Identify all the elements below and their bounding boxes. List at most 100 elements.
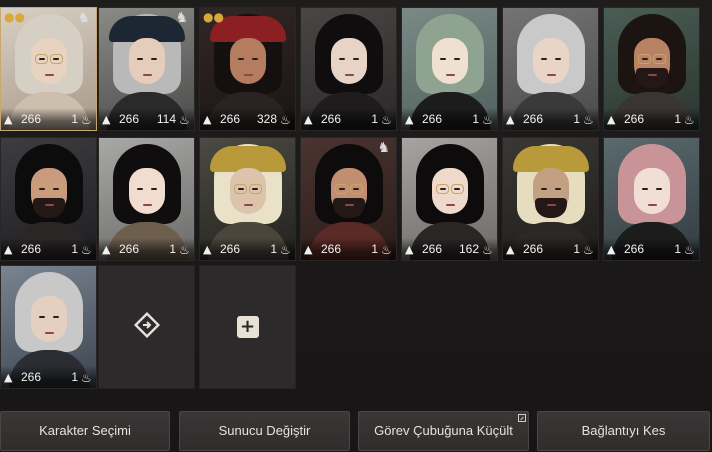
character-energy: 1 xyxy=(71,370,78,384)
boot-icon: ▲ xyxy=(102,113,111,126)
character-level: 266 xyxy=(220,242,241,256)
character-level: 266 xyxy=(21,370,42,384)
flame-icon: ♨ xyxy=(179,113,190,127)
character-card[interactable]: ♞ ▲ 266 114 ♨ xyxy=(98,7,195,131)
disconnect-button[interactable]: Bağlantıyı Kes xyxy=(537,411,710,451)
flame-icon: ♨ xyxy=(583,243,594,257)
boot-icon: ▲ xyxy=(405,243,414,256)
flame-icon: ♨ xyxy=(381,243,392,257)
flame-icon: ♨ xyxy=(381,113,392,127)
character-stat-bar: ▲ 266 1 ♨ xyxy=(301,108,396,130)
character-level: 266 xyxy=(624,112,645,126)
character-energy: 1 xyxy=(674,242,681,256)
character-energy: 328 xyxy=(256,112,277,126)
flame-icon: ♨ xyxy=(684,243,695,257)
character-level: 266 xyxy=(523,112,544,126)
character-stat-bar: ▲ 266 1 ♨ xyxy=(1,108,96,130)
people-icon: ●● xyxy=(203,10,224,24)
horse-head-icon: ♞ xyxy=(77,10,90,26)
flame-icon: ♨ xyxy=(280,243,291,257)
character-stat-bar: ▲ 266 1 ♨ xyxy=(301,238,396,260)
character-card[interactable]: ▲ 266 1 ♨ xyxy=(199,137,296,261)
boot-icon: ▲ xyxy=(4,113,13,126)
character-select-button[interactable]: Karakter Seçimi xyxy=(0,411,170,451)
character-level: 266 xyxy=(21,112,42,126)
minimize-taskbar-label: Görev Çubuğuna Küçült xyxy=(374,423,513,438)
bottom-button-bar: Karakter Seçimi Sunucu Değiştir Görev Çu… xyxy=(0,411,712,452)
character-card[interactable]: ▲ 266 162 ♨ xyxy=(401,137,498,261)
boot-icon: ▲ xyxy=(102,243,111,256)
character-energy: 1 xyxy=(169,242,176,256)
character-energy: 1 xyxy=(472,112,479,126)
character-card[interactable]: ●● ♞ ▲ 266 1 ♨ xyxy=(0,7,97,131)
flame-icon: ♨ xyxy=(81,243,92,257)
character-level: 266 xyxy=(119,112,140,126)
boot-icon: ▲ xyxy=(4,243,13,256)
minimize-taskbar-button[interactable]: Görev Çubuğuna Küçült xyxy=(358,411,529,451)
boot-icon: ▲ xyxy=(4,371,13,384)
character-stat-bar: ▲ 266 1 ♨ xyxy=(503,238,598,260)
boot-icon: ▲ xyxy=(304,113,313,126)
character-energy: 1 xyxy=(573,112,580,126)
flame-icon: ♨ xyxy=(482,113,493,127)
character-transfer-slot[interactable] xyxy=(98,265,195,389)
character-energy: 162 xyxy=(458,242,479,256)
character-energy: 1 xyxy=(270,242,277,256)
character-level: 266 xyxy=(220,112,241,126)
boot-icon: ▲ xyxy=(304,243,313,256)
character-stat-bar: ▲ 266 1 ♨ xyxy=(604,108,699,130)
character-energy: 1 xyxy=(71,112,78,126)
character-energy: 1 xyxy=(371,112,378,126)
people-icon: ●● xyxy=(4,10,25,24)
character-stat-bar: ▲ 266 1 ♨ xyxy=(604,238,699,260)
character-grid: ●● ♞ ▲ 266 1 ♨ ♞ ▲ 266 114 ♨ ●● ▲ 266 328 ♨ ▲ 266 1 ♨ ▲ 266 1 ♨… xyxy=(0,7,712,391)
character-energy: 114 xyxy=(156,112,176,126)
character-stat-bar: ▲ 266 1 ♨ xyxy=(503,108,598,130)
character-card[interactable]: ●● ▲ 266 328 ♨ xyxy=(199,7,296,131)
character-level: 266 xyxy=(119,242,140,256)
character-stat-bar: ▲ 266 1 ♨ xyxy=(99,238,194,260)
character-energy: 1 xyxy=(573,242,580,256)
character-card[interactable]: ▲ 266 1 ♨ xyxy=(0,265,97,389)
character-card[interactable]: ▲ 266 1 ♨ xyxy=(603,137,700,261)
add-character-slot[interactable]: + xyxy=(199,265,296,389)
character-stat-bar: ▲ 266 114 ♨ xyxy=(99,108,194,130)
horse-head-icon: ♞ xyxy=(377,140,390,156)
character-level: 266 xyxy=(321,112,342,126)
character-card[interactable]: ▲ 266 1 ♨ xyxy=(98,137,195,261)
diamond-arrow-icon xyxy=(133,311,160,342)
boot-icon: ▲ xyxy=(203,243,212,256)
plus-icon: + xyxy=(236,316,259,338)
character-level: 266 xyxy=(624,242,645,256)
character-level: 266 xyxy=(422,242,443,256)
horse-head-icon: ♞ xyxy=(175,10,188,26)
flame-icon: ♨ xyxy=(81,113,92,127)
character-energy: 1 xyxy=(371,242,378,256)
boot-icon: ▲ xyxy=(506,243,515,256)
boot-icon: ▲ xyxy=(607,113,616,126)
character-energy: 1 xyxy=(674,112,681,126)
character-card[interactable]: ♞ ▲ 266 1 ♨ xyxy=(300,137,397,261)
character-card[interactable]: ▲ 266 1 ♨ xyxy=(401,7,498,131)
flame-icon: ♨ xyxy=(280,113,291,127)
boot-icon: ▲ xyxy=(203,113,212,126)
character-select-screen: ●● ♞ ▲ 266 1 ♨ ♞ ▲ 266 114 ♨ ●● ▲ 266 328 ♨ ▲ 266 1 ♨ ▲ 266 1 ♨… xyxy=(0,0,712,452)
character-level: 266 xyxy=(523,242,544,256)
flame-icon: ♨ xyxy=(81,371,92,385)
character-card[interactable]: ▲ 266 1 ♨ xyxy=(0,137,97,261)
character-card[interactable]: ▲ 266 1 ♨ xyxy=(603,7,700,131)
character-card[interactable]: ▲ 266 1 ♨ xyxy=(300,7,397,131)
flame-icon: ♨ xyxy=(684,113,695,127)
character-card[interactable]: ▲ 266 1 ♨ xyxy=(502,7,599,131)
character-stat-bar: ▲ 266 1 ♨ xyxy=(1,238,96,260)
flame-icon: ♨ xyxy=(583,113,594,127)
character-level: 266 xyxy=(422,112,443,126)
flame-icon: ♨ xyxy=(179,243,190,257)
character-stat-bar: ▲ 266 1 ♨ xyxy=(402,108,497,130)
flame-icon: ♨ xyxy=(482,243,493,257)
boot-icon: ▲ xyxy=(405,113,414,126)
change-server-button[interactable]: Sunucu Değiştir xyxy=(179,411,350,451)
character-energy: 1 xyxy=(71,242,78,256)
character-stat-bar: ▲ 266 328 ♨ xyxy=(200,108,295,130)
character-card[interactable]: ▲ 266 1 ♨ xyxy=(502,137,599,261)
